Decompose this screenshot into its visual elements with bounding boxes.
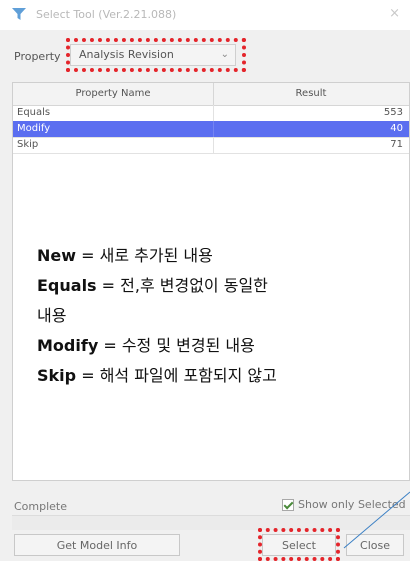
note-equals: Equals = 전,후 변경없이 동일한 bbox=[37, 276, 268, 295]
title-bar: Select Tool (Ver.2.21.088) × bbox=[0, 0, 410, 30]
window-title: Select Tool (Ver.2.21.088) bbox=[36, 8, 177, 21]
property-label: Property bbox=[14, 50, 61, 63]
cell-property-name: Modify bbox=[17, 123, 51, 134]
property-dropdown[interactable]: Analysis Revision ⌄ bbox=[70, 44, 236, 66]
legend-notes: New = 새로 추가된 내용 Equals = 전,후 변경없이 동일한 내용… bbox=[37, 241, 397, 391]
property-dropdown-value: Analysis Revision bbox=[79, 48, 174, 61]
close-icon[interactable]: × bbox=[389, 6, 400, 21]
checkbox-checked-icon[interactable] bbox=[282, 498, 294, 511]
column-divider bbox=[213, 105, 214, 121]
cell-result: 40 bbox=[390, 123, 403, 134]
note-skip: Skip = 해석 파일에 포함되지 않고 bbox=[37, 366, 277, 385]
table-row[interactable]: Equals 553 bbox=[13, 105, 409, 122]
show-only-selected-checkbox[interactable]: Show only Selected bbox=[282, 498, 406, 511]
close-button[interactable]: Close bbox=[346, 534, 404, 556]
progress-bar bbox=[12, 515, 410, 530]
table-row[interactable]: Skip 71 bbox=[13, 137, 409, 154]
column-header-result[interactable]: Result bbox=[213, 83, 409, 105]
note-modify: Modify = 수정 및 변경된 내용 bbox=[37, 336, 255, 355]
column-header-property-name[interactable]: Property Name bbox=[13, 83, 214, 105]
column-divider bbox=[213, 137, 214, 153]
status-text: Complete bbox=[14, 500, 68, 513]
select-tool-window: Select Tool (Ver.2.21.088) × Property An… bbox=[0, 0, 410, 561]
table-row[interactable]: Modify 40 bbox=[13, 121, 409, 138]
chevron-down-icon: ⌄ bbox=[220, 49, 229, 60]
note-new: New = 새로 추가된 내용 bbox=[37, 246, 213, 265]
get-model-info-button[interactable]: Get Model Info bbox=[14, 534, 180, 556]
note-equals-continued: 내용 bbox=[37, 306, 67, 325]
funnel-icon bbox=[12, 8, 26, 20]
result-grid: Property Name Result Equals 553 Modify 40 Sk… bbox=[12, 82, 410, 481]
cell-property-name: Skip bbox=[17, 139, 39, 150]
cell-property-name: Equals bbox=[17, 107, 51, 118]
show-only-selected-label: Show only Selected bbox=[298, 498, 406, 511]
grid-header: Property Name Result bbox=[13, 83, 409, 106]
cell-result: 553 bbox=[383, 107, 403, 118]
cell-result: 71 bbox=[390, 139, 403, 150]
select-button[interactable]: Select bbox=[262, 534, 336, 556]
column-divider bbox=[213, 121, 214, 137]
